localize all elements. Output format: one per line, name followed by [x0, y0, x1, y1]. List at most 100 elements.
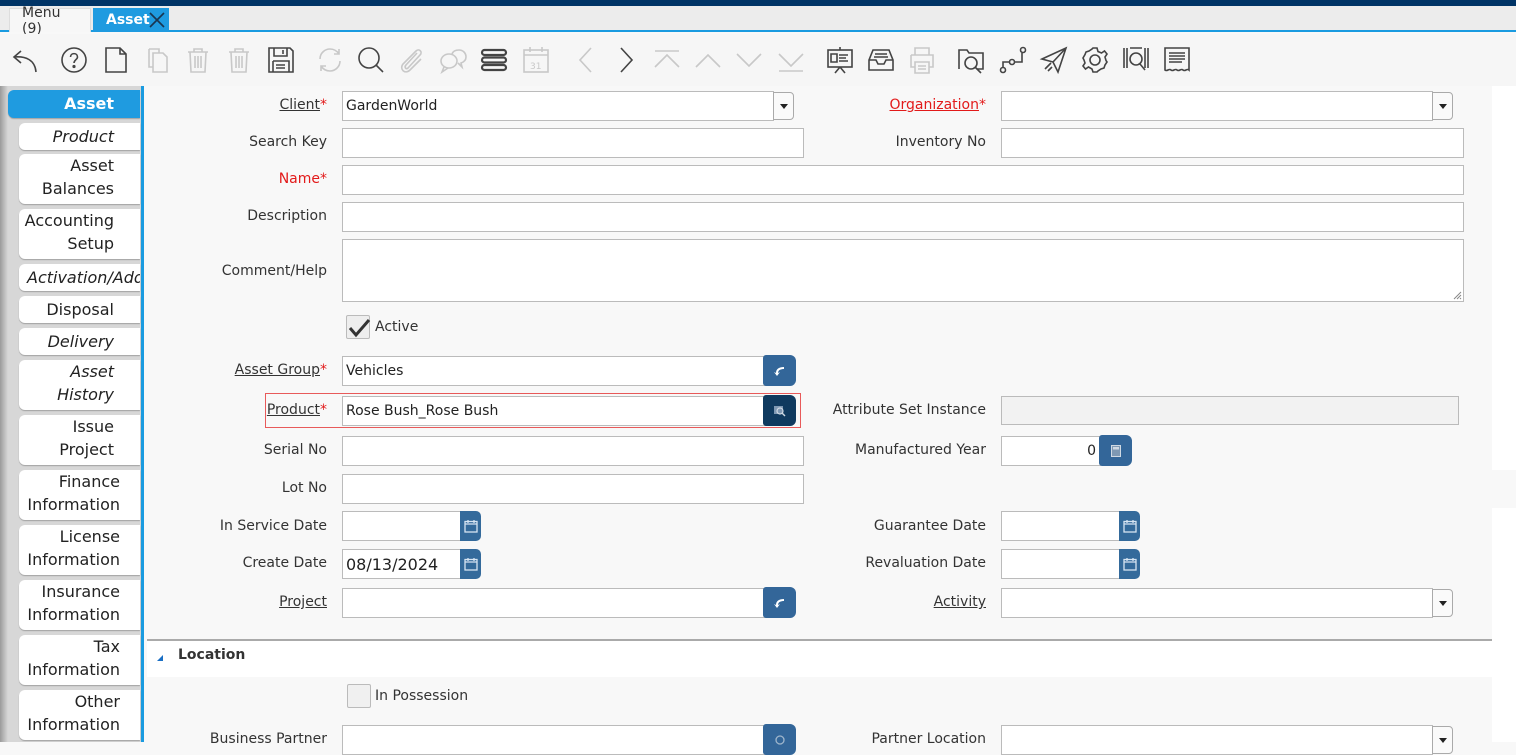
svg-text:31: 31: [530, 62, 541, 72]
archive-icon[interactable]: [865, 44, 897, 76]
revaluation-date-input[interactable]: [1001, 549, 1120, 579]
tab-asset-label: Asset: [106, 12, 150, 28]
asset-group-search-field[interactable]: Vehicles: [342, 356, 766, 386]
in-service-date-calendar-button[interactable]: [460, 511, 481, 541]
zoom-across-icon[interactable]: [955, 44, 987, 76]
sidebar-item-other-information[interactable]: Other Information: [19, 690, 140, 740]
sidebar-item-issue-project[interactable]: Issue Project: [19, 415, 140, 465]
sidebar-item-tax-information[interactable]: Tax Information: [19, 635, 140, 685]
process-icon[interactable]: [1079, 44, 1111, 76]
grid-toggle-icon[interactable]: [478, 44, 510, 76]
partner-location-select[interactable]: [1001, 725, 1433, 755]
sidebar-item-insurance-information[interactable]: Insurance Information: [19, 580, 140, 630]
product-info-icon[interactable]: [1120, 44, 1152, 76]
calendar-icon: [1122, 520, 1137, 533]
sidebar-item-product[interactable]: Product: [19, 123, 140, 150]
parent-record-icon: [692, 44, 724, 76]
project-search-field[interactable]: [342, 588, 766, 618]
print-icon: [906, 44, 938, 76]
product-lookup-icon: [773, 405, 785, 416]
calculator-button[interactable]: [1099, 435, 1132, 466]
create-date-label: Create Date: [242, 555, 327, 571]
undo-icon[interactable]: [10, 44, 42, 76]
workflow-icon[interactable]: [997, 44, 1029, 76]
asset-group-value: Vehicles: [346, 363, 404, 379]
request-icon[interactable]: [1038, 44, 1070, 76]
lot-no-input[interactable]: [342, 474, 804, 504]
create-date-input[interactable]: 08/13/2024: [342, 549, 461, 579]
in-possession-checkbox[interactable]: [347, 684, 371, 708]
find-icon[interactable]: [355, 44, 387, 76]
client-value: GardenWorld: [346, 98, 438, 114]
comment-help-label: Comment/Help: [221, 263, 327, 279]
business-partner-search-field[interactable]: [342, 725, 766, 755]
active-checkbox[interactable]: [346, 315, 371, 339]
sidebar-item-asset[interactable]: Asset: [8, 90, 140, 118]
revaluation-date-calendar-button[interactable]: [1119, 549, 1140, 579]
attribute-set-instance-field[interactable]: [1001, 396, 1459, 425]
zoom-arrow-icon: [773, 366, 784, 376]
first-record-icon: [651, 44, 683, 76]
create-date-calendar-button[interactable]: [460, 549, 481, 579]
save-icon[interactable]: [265, 44, 297, 76]
tab-asset[interactable]: Asset: [93, 8, 169, 32]
tab-menu-label: Menu (9): [22, 4, 61, 37]
comment-help-textarea[interactable]: [342, 239, 1464, 302]
sidebar-item-license-information[interactable]: License Information: [19, 525, 140, 575]
sidebar-item-finance-information[interactable]: Finance Information: [19, 470, 140, 520]
asset-group-zoom-button[interactable]: [763, 355, 796, 386]
organization-select[interactable]: [1001, 91, 1433, 121]
location-section-header[interactable]: Location: [147, 639, 1492, 677]
client-dropdown-icon[interactable]: [773, 92, 794, 120]
client-label: Client*: [279, 97, 327, 113]
help-icon[interactable]: [58, 44, 90, 76]
guarantee-date-input[interactable]: [1001, 511, 1120, 541]
new-record-icon[interactable]: [100, 44, 132, 76]
description-input[interactable]: [342, 202, 1464, 232]
attribute-set-instance-label: Attribute Set Instance: [832, 402, 986, 418]
manufactured-year-input[interactable]: 0: [1001, 436, 1101, 466]
organization-dropdown-icon[interactable]: [1432, 92, 1453, 120]
product-info-button[interactable]: [763, 395, 796, 426]
partner-location-dropdown-icon[interactable]: [1432, 726, 1453, 754]
location-section-title: Location: [178, 647, 246, 663]
detail-record-icon: [733, 44, 765, 76]
in-possession-label: In Possession: [375, 688, 469, 704]
report-icon[interactable]: [824, 44, 856, 76]
next-record-icon[interactable]: [610, 44, 642, 76]
description-label: Description: [247, 208, 327, 224]
business-partner-icon: [774, 734, 785, 745]
sidebar-item-accounting-setup[interactable]: Accounting Setup: [19, 209, 140, 259]
sidebar-item-asset-balances[interactable]: Asset Balances: [19, 154, 140, 204]
sidebar-item-label: Tax Information: [27, 637, 120, 679]
guarantee-date-calendar-button[interactable]: [1119, 511, 1140, 541]
sidebar-item-delivery[interactable]: Delivery: [19, 328, 140, 355]
sidebar-item-activation-addition[interactable]: Activation/Addition: [19, 264, 140, 291]
close-icon[interactable]: [147, 10, 167, 30]
product-value: Rose Bush_Rose Bush: [346, 403, 499, 419]
name-input[interactable]: [342, 165, 1464, 195]
zoom-arrow-icon: [773, 598, 784, 608]
partner-location-label: Partner Location: [871, 731, 986, 747]
search-key-input[interactable]: [342, 128, 804, 158]
collapse-triangle-icon[interactable]: [157, 655, 163, 661]
activity-label: Activity: [933, 594, 986, 610]
tab-menu[interactable]: Menu (9): [9, 5, 91, 37]
resize-handle-icon[interactable]: [1453, 291, 1462, 300]
project-zoom-button[interactable]: [763, 587, 796, 618]
post-it-icon[interactable]: [1161, 44, 1193, 76]
activity-select[interactable]: [1001, 588, 1433, 618]
sidebar-item-disposal[interactable]: Disposal: [19, 296, 140, 323]
in-service-date-input[interactable]: [342, 511, 461, 541]
client-select[interactable]: GardenWorld: [342, 91, 774, 121]
inventory-no-input[interactable]: [1001, 128, 1464, 158]
toolbar: 31: [0, 34, 1516, 86]
product-search-field[interactable]: Rose Bush_Rose Bush: [342, 396, 766, 426]
in-service-date-label: In Service Date: [219, 518, 327, 534]
attachment-icon: [396, 44, 428, 76]
serial-no-input[interactable]: [342, 436, 804, 466]
business-partner-lookup-button[interactable]: [763, 724, 796, 755]
sidebar-item-asset-history[interactable]: Asset History: [19, 360, 140, 410]
activity-dropdown-icon[interactable]: [1432, 589, 1453, 617]
delete-icon: [182, 44, 214, 76]
